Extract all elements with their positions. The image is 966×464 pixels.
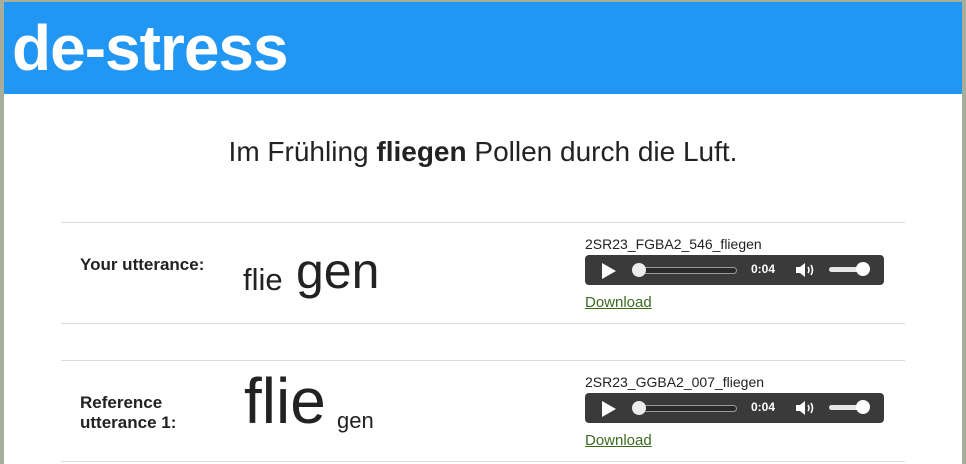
divider: [61, 360, 905, 361]
download-link[interactable]: Download: [585, 432, 652, 449]
seek-thumb[interactable]: [632, 401, 646, 415]
time-display: 0:04: [751, 262, 776, 276]
target-sentence: Im Frühling fliegen Pollen durch die Luf…: [4, 132, 962, 172]
sentence-target-word: fliegen: [376, 136, 467, 167]
download-link[interactable]: Download: [585, 294, 652, 311]
volume-slider[interactable]: [829, 400, 870, 414]
seek-bar[interactable]: [632, 263, 737, 277]
header-bar: de-stress: [4, 2, 962, 94]
audio-filename: 2SR23_GGBA2_007_fliegen: [585, 374, 765, 390]
play-icon[interactable]: [602, 263, 616, 279]
reference-label: Reference utterance 1:: [80, 393, 177, 432]
divider: [61, 222, 905, 223]
syllable-stressed: gen: [296, 243, 380, 299]
sentence-before: Im Frühling: [228, 136, 377, 167]
speaker-icon[interactable]: [794, 261, 818, 279]
audio-filename: 2SR23_FGBA2_546_fliegen: [585, 236, 762, 252]
sentence-after: Pollen durch die Luft.: [466, 136, 738, 167]
syllable-stressed: flie: [244, 365, 326, 437]
speaker-icon[interactable]: [794, 399, 818, 417]
syllable-weak: gen: [337, 408, 374, 433]
volume-slider[interactable]: [829, 262, 870, 276]
play-icon[interactable]: [602, 401, 616, 417]
logo[interactable]: de-stress: [12, 10, 289, 86]
audio-player[interactable]: 0:04: [585, 393, 884, 423]
seek-bar[interactable]: [632, 401, 737, 415]
syllable-weak: flie: [243, 262, 283, 297]
page-frame: de-stress Im Frühling fliegen Pollen dur…: [4, 2, 962, 464]
volume-thumb[interactable]: [856, 400, 870, 414]
volume-thumb[interactable]: [856, 262, 870, 276]
seek-thumb[interactable]: [632, 263, 646, 277]
utterance-label: Your utterance:: [80, 255, 205, 274]
divider: [61, 461, 905, 462]
audio-player[interactable]: 0:04: [585, 255, 884, 285]
divider: [61, 323, 905, 324]
time-display: 0:04: [751, 400, 776, 414]
